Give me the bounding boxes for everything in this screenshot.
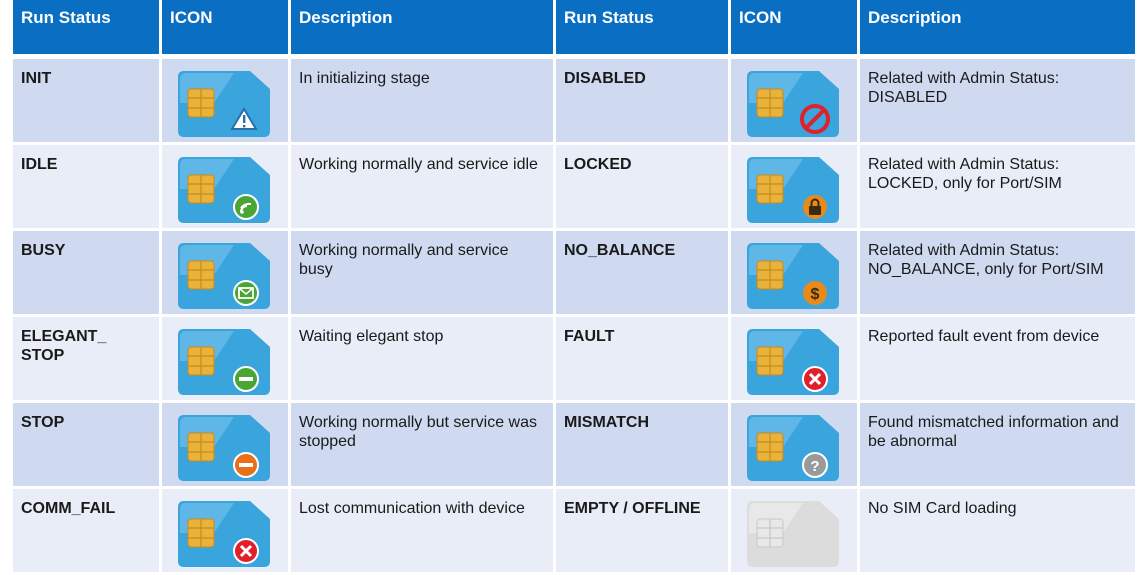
run-status-cell: ELEGANT_ STOP	[13, 317, 159, 403]
sim-disabled-icon	[743, 67, 857, 139]
header-description: Description	[291, 0, 553, 59]
sim-locked-icon	[743, 153, 857, 225]
sim-warning-icon	[174, 67, 288, 139]
description-cell: Reported fault event from device	[860, 317, 1135, 403]
description-cell: Lost communication with device	[291, 489, 553, 575]
table-row: ELEGANT_ STOP Waiting elegant stop FAULT…	[13, 317, 1135, 403]
table-row: INIT In initializing stage DISABLED Rela…	[13, 59, 1135, 145]
run-status-cell: INIT	[13, 59, 159, 145]
description-cell: Working normally and service idle	[291, 145, 553, 231]
header-row: Run Status ICON Description Run Status I…	[13, 0, 1135, 59]
description-cell: Related with Admin Status: DISABLED	[860, 59, 1135, 145]
icon-cell	[162, 59, 288, 145]
run-status-cell: DISABLED	[556, 59, 728, 145]
svg-text:$: $	[811, 286, 820, 303]
sim-no-balance-icon: $	[743, 239, 857, 311]
description-cell: Related with Admin Status: LOCKED, only …	[860, 145, 1135, 231]
sim-busy-icon	[174, 239, 288, 311]
status-table-container: Run Status ICON Description Run Status I…	[0, 0, 1146, 575]
icon-cell: ?	[731, 403, 857, 489]
sim-empty-icon	[743, 497, 857, 569]
table-row: STOP Working normally but service was st…	[13, 403, 1135, 489]
description-cell: Working normally but service was stopped	[291, 403, 553, 489]
description-cell: No SIM Card loading	[860, 489, 1135, 575]
sim-stop-icon	[174, 411, 288, 483]
run-status-cell: FAULT	[556, 317, 728, 403]
svg-text:?: ?	[810, 458, 819, 475]
run-status-cell: NO_BALANCE	[556, 231, 728, 317]
icon-cell	[731, 489, 857, 575]
run-status-table: Run Status ICON Description Run Status I…	[10, 0, 1138, 575]
icon-cell	[162, 489, 288, 575]
run-status-cell: COMM_FAIL	[13, 489, 159, 575]
run-status-cell: IDLE	[13, 145, 159, 231]
description-cell: Related with Admin Status: NO_BALANCE, o…	[860, 231, 1135, 317]
table-row: IDLE Working normally and service idle L…	[13, 145, 1135, 231]
run-status-cell: BUSY	[13, 231, 159, 317]
icon-cell	[162, 403, 288, 489]
description-cell: Found mismatched information and be abno…	[860, 403, 1135, 489]
header-icon: ICON	[162, 0, 288, 59]
sim-mismatch-icon: ?	[743, 411, 857, 483]
icon-cell	[731, 317, 857, 403]
description-cell: Waiting elegant stop	[291, 317, 553, 403]
run-status-cell: EMPTY / OFFLINE	[556, 489, 728, 575]
icon-cell	[731, 145, 857, 231]
sim-idle-icon	[174, 153, 288, 225]
sim-elegant-stop-icon	[174, 325, 288, 397]
run-status-cell: LOCKED	[556, 145, 728, 231]
header-description-2: Description	[860, 0, 1135, 59]
header-run-status-2: Run Status	[556, 0, 728, 59]
icon-cell: $	[731, 231, 857, 317]
table-row: COMM_FAIL Lost communication with device…	[13, 489, 1135, 575]
icon-cell	[162, 231, 288, 317]
icon-cell	[731, 59, 857, 145]
icon-cell	[162, 145, 288, 231]
run-status-cell: STOP	[13, 403, 159, 489]
description-cell: In initializing stage	[291, 59, 553, 145]
sim-fault-icon	[743, 325, 857, 397]
table-row: BUSY Working normally and service busy N…	[13, 231, 1135, 317]
sim-comm-fail-icon	[174, 497, 288, 569]
description-cell: Working normally and service busy	[291, 231, 553, 317]
run-status-cell: MISMATCH	[556, 403, 728, 489]
icon-cell	[162, 317, 288, 403]
header-run-status: Run Status	[13, 0, 159, 59]
header-icon-2: ICON	[731, 0, 857, 59]
